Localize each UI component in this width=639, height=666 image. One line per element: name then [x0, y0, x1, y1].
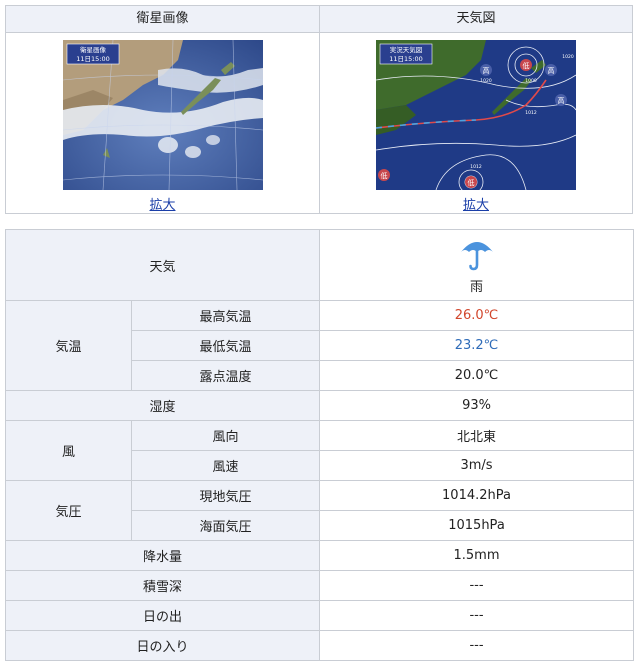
isobar-label-3: 1012 — [525, 110, 537, 116]
wind-direction-label: 風向 — [130, 420, 321, 451]
pressure-label: 気圧 — [5, 480, 132, 541]
weather-map-image[interactable]: 高 高 高 低 低 低 1020 1000 1012 1020 1012 実況天… — [376, 40, 576, 190]
wind-speed-value: 3m/s — [319, 450, 635, 481]
precipitation-label: 降水量 — [4, 540, 321, 571]
map-low-1: 低 — [523, 61, 530, 70]
humidity-row: 湿度 93% — [4, 390, 635, 421]
weather-map-zoom-link[interactable]: 拡大 — [463, 198, 489, 213]
isobar-label-5: 1012 — [470, 164, 482, 170]
umbrella-icon — [460, 241, 493, 270]
station-pressure-label: 現地気圧 — [130, 480, 321, 511]
map-low-3: 低 — [468, 178, 475, 187]
sunrise-row: 日の出 --- — [4, 600, 635, 631]
satellite-column: 衛星画像 衛星画像 11日15:00 拡大 — [6, 6, 320, 213]
isobar-label-2: 1000 — [525, 78, 537, 84]
satellite-overlay-time: 11日15:00 — [76, 55, 110, 63]
weather-map-header: 天気図 — [320, 6, 632, 33]
map-high-3: 高 — [483, 66, 490, 75]
sunset-row: 日の入り --- — [4, 630, 635, 661]
dew-point-label: 露点温度 — [130, 360, 321, 391]
wind-direction-value: 北北東 — [319, 420, 635, 451]
precipitation-value: 1.5mm — [319, 540, 635, 571]
sunrise-label: 日の出 — [4, 600, 321, 631]
map-high-1: 高 — [548, 66, 555, 75]
sunrise-value: --- — [319, 600, 635, 631]
wind-speed-label: 風速 — [130, 450, 321, 481]
precipitation-row: 降水量 1.5mm — [4, 540, 635, 571]
temp-max-label: 最高気温 — [130, 300, 321, 331]
temperature-label: 気温 — [5, 300, 132, 391]
satellite-header: 衛星画像 — [6, 6, 319, 33]
temp-max-value: 26.0℃ — [319, 300, 635, 331]
station-pressure-value: 1014.2hPa — [319, 480, 635, 511]
humidity-value: 93% — [319, 390, 635, 421]
wind-direction-row: 風 風向 北北東 — [5, 420, 635, 481]
snow-depth-row: 積雪深 --- — [4, 570, 635, 601]
weather-map-overlay-time: 11日15:00 — [389, 55, 423, 63]
weather-map-overlay-title: 実況天気図 — [390, 45, 423, 54]
map-low-2: 低 — [381, 171, 388, 180]
sea-pressure-value: 1015hPa — [319, 510, 635, 541]
weather-label: 天気 — [4, 229, 321, 301]
station-pressure-row: 気圧 現地気圧 1014.2hPa — [5, 480, 635, 541]
humidity-label: 湿度 — [4, 390, 321, 421]
satellite-zoom-link[interactable]: 拡大 — [149, 198, 175, 213]
isobar-label-4: 1020 — [562, 54, 574, 60]
map-high-2: 高 — [558, 96, 565, 105]
satellite-overlay-title: 衛星画像 — [80, 45, 107, 54]
weather-map-column: 天気図 高 高 高 低 低 低 1020 1000 1012 1020 1012… — [320, 6, 632, 213]
snow-depth-value: --- — [319, 570, 635, 601]
temp-max-row: 気温 最高気温 26.0℃ — [5, 300, 635, 391]
sunset-value: --- — [319, 630, 635, 661]
isobar-label-1: 1020 — [480, 78, 492, 84]
sea-pressure-label: 海面気圧 — [130, 510, 321, 541]
sunset-label: 日の入り — [4, 630, 321, 661]
image-panel: 衛星画像 衛星画像 11日15:00 拡大 天気図 高 高 高 低 低 低 10… — [5, 5, 633, 214]
snow-depth-label: 積雪深 — [4, 570, 321, 601]
satellite-image[interactable]: 衛星画像 11日15:00 — [63, 40, 263, 190]
wind-label: 風 — [5, 420, 132, 481]
temp-min-label: 最低気温 — [130, 330, 321, 361]
dew-point-value: 20.0℃ — [319, 360, 635, 391]
weather-row: 天気 雨 — [4, 229, 635, 301]
temp-min-value: 23.2℃ — [319, 330, 635, 361]
weather-value: 雨 — [470, 279, 484, 295]
observation-table: 天気 雨 気温 最高気温 26.0℃ 最低気温 23.2℃ 露点温度 20.0℃… — [4, 229, 635, 661]
